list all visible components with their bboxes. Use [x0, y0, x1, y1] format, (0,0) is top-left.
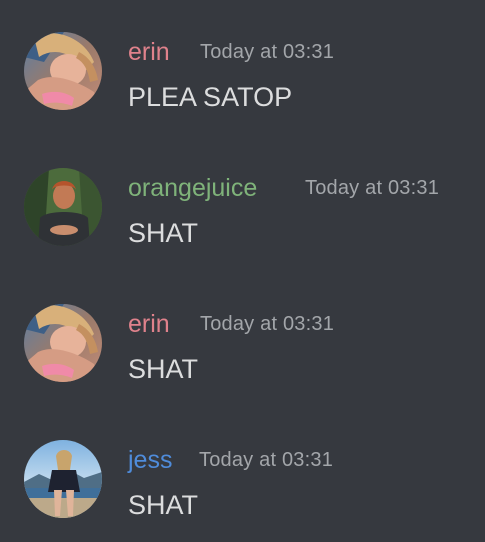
erin-avatar[interactable]	[24, 32, 102, 110]
timestamp[interactable]: Today at 03:31	[200, 37, 334, 67]
message-content: SHAT	[128, 490, 199, 520]
chat-message-list: { "messages": [ { "username": "erin", "u…	[0, 0, 485, 542]
timestamp[interactable]: Today at 03:31	[305, 173, 439, 203]
message-content: SHAT	[128, 218, 199, 248]
message-item: jess Today at 03:31 SHAT	[0, 440, 485, 540]
username[interactable]: erin	[128, 37, 170, 67]
message-item: erin Today at 03:31 SHAT	[0, 304, 485, 404]
message-item: erin Today at 03:31 PLEA SATOP	[0, 32, 485, 132]
orangejuice-avatar[interactable]	[24, 168, 102, 246]
timestamp[interactable]: Today at 03:31	[200, 309, 334, 339]
username[interactable]: jess	[128, 445, 172, 475]
message-item: orangejuice Today at 03:31 SHAT	[0, 168, 485, 268]
message-content: SHAT	[128, 354, 199, 384]
message-content: PLEA SATOP	[128, 82, 293, 112]
erin-avatar[interactable]	[24, 304, 102, 382]
username[interactable]: erin	[128, 309, 170, 339]
timestamp[interactable]: Today at 03:31	[199, 445, 333, 475]
jess-avatar[interactable]	[24, 440, 102, 518]
username[interactable]: orangejuice	[128, 173, 257, 203]
